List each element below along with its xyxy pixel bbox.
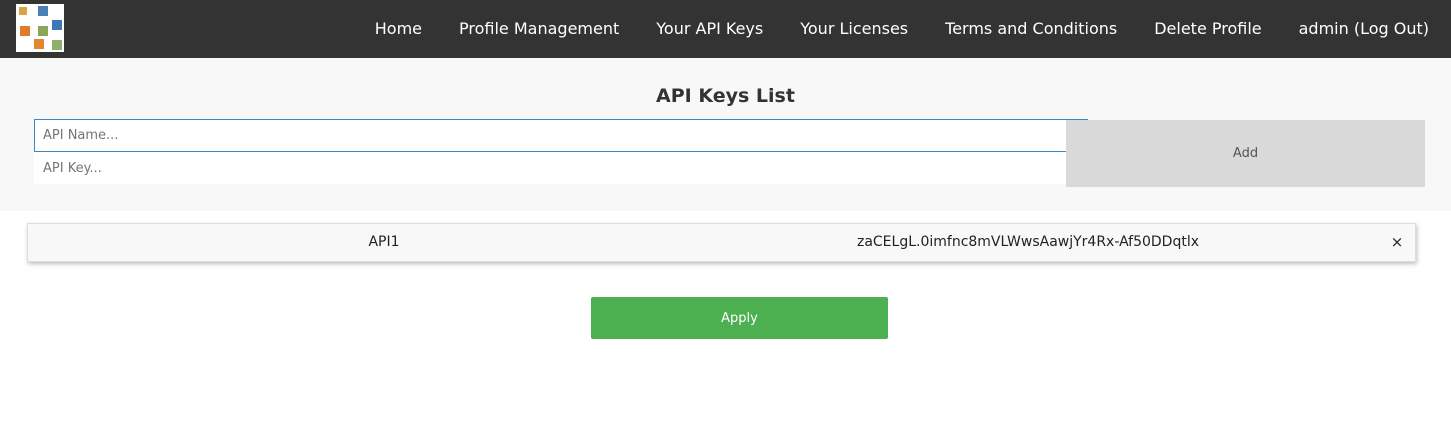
nav-home-link[interactable]: Home: [356, 0, 440, 58]
api-key-input[interactable]: [34, 152, 1066, 184]
nav-licenses-link[interactable]: Your Licenses: [782, 0, 927, 58]
page-title: API Keys List: [656, 85, 795, 107]
nav-delete-profile-link[interactable]: Delete Profile: [1136, 0, 1280, 58]
app-logo-icon[interactable]: [16, 4, 64, 52]
apply-button[interactable]: Apply: [591, 297, 888, 339]
api-key-value: zaCELgL.0imfnc8mVLWwsAawjYr4Rx-Af50DDqtl…: [856, 234, 1200, 250]
nav-api-keys-link[interactable]: Your API Keys: [638, 0, 782, 58]
close-icon[interactable]: ×: [1386, 224, 1408, 261]
api-key-row: API1 zaCELgL.0imfnc8mVLWwsAawjYr4Rx-Af50…: [27, 223, 1416, 262]
add-button[interactable]: Add: [1066, 120, 1425, 187]
api-key-name: API1: [368, 234, 400, 250]
api-name-input[interactable]: [34, 119, 1088, 152]
top-navbar: Home Profile Management Your API Keys Yo…: [0, 0, 1451, 58]
nav-logout-link[interactable]: admin (Log Out): [1280, 0, 1440, 58]
nav-profile-management-link[interactable]: Profile Management: [441, 0, 638, 58]
api-keys-form-panel: API Keys List Add: [0, 58, 1451, 211]
nav-links: Home Profile Management Your API Keys Yo…: [356, 0, 1440, 58]
nav-terms-link[interactable]: Terms and Conditions: [927, 0, 1136, 58]
